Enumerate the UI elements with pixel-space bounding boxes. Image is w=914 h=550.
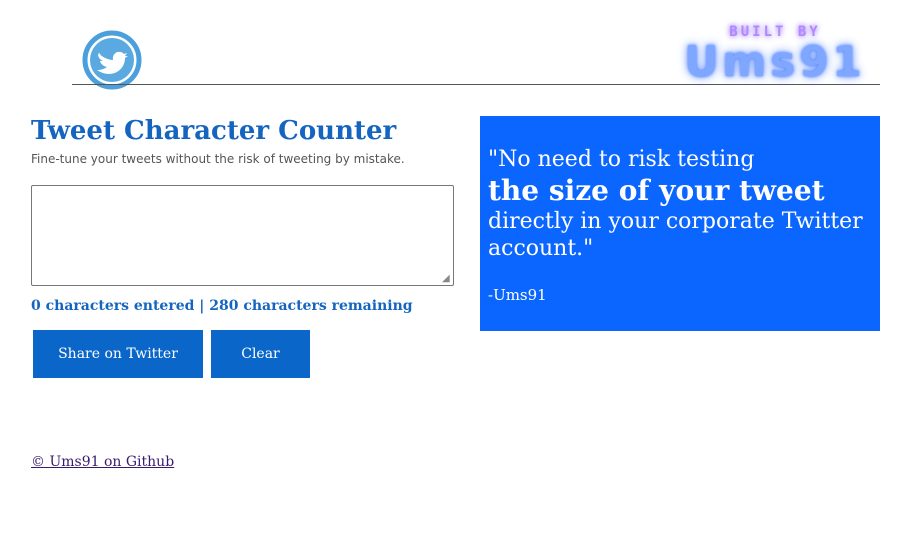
quote-author: -Ums91	[488, 286, 547, 304]
quote-line-3: directly in your corporate Twitter accou…	[488, 209, 863, 261]
resize-grip-icon[interactable]: ◢	[442, 274, 452, 284]
page-subtitle: Fine-tune your tweets without the risk o…	[31, 152, 405, 166]
counter-panel: Tweet Character Counter Fine-tune your t…	[31, 116, 455, 378]
built-by-badge: BUILT BY Ums91	[672, 24, 878, 90]
clear-button[interactable]: Clear	[211, 330, 310, 378]
header-divider	[72, 84, 880, 85]
character-counter: 0 characters entered | 280 characters re…	[31, 298, 413, 314]
page-title: Tweet Character Counter	[31, 116, 397, 146]
github-link[interactable]: © Ums91 on Github	[31, 454, 174, 470]
tweet-textarea[interactable]	[31, 185, 454, 286]
quote-line-1: "No need to risk testing	[488, 147, 755, 172]
badge-author-name: Ums91	[684, 37, 866, 86]
share-on-twitter-button[interactable]: Share on Twitter	[33, 330, 203, 378]
quote-box: "No need to risk testing the size of you…	[480, 116, 880, 331]
quote-line-2: the size of your tweet	[488, 174, 825, 207]
twitter-bird-icon[interactable]	[82, 30, 142, 90]
header: BUILT BY Ums91	[0, 0, 914, 90]
